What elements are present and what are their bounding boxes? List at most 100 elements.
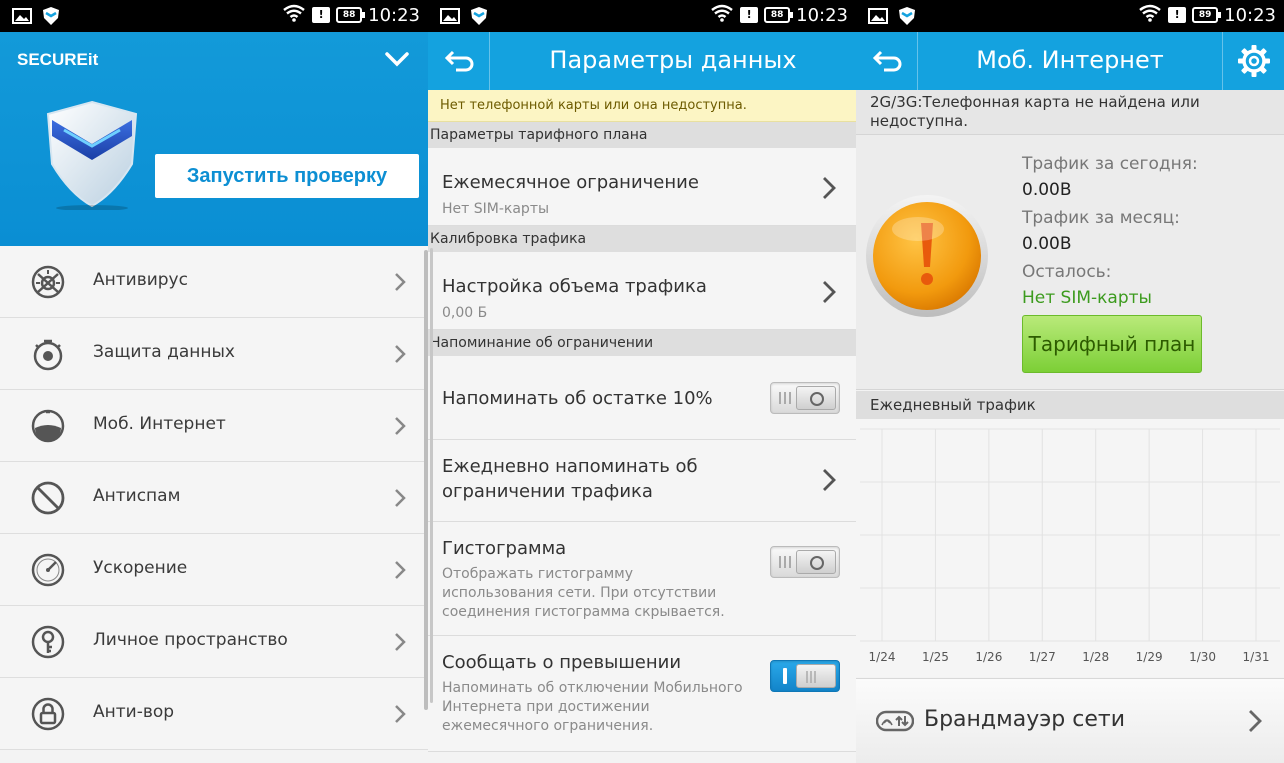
daily-remind-row[interactable]: Ежедневно напоминать об ограничении траф… [428, 440, 856, 522]
remind-10-title: Напоминать об остатке 10% [442, 388, 713, 409]
shield-logo-icon [44, 98, 140, 214]
action-bar: Моб. Интернет [856, 32, 1284, 90]
gallery-icon [440, 8, 460, 28]
toggle-grip [789, 556, 791, 568]
note-line1: 2G/3G:Телефонная карта не найдена или [870, 93, 1200, 111]
no-sim-icon: ! [740, 7, 759, 23]
month-traffic-label: Трафик за месяц: [1022, 208, 1180, 228]
section-header-plan: Параметры тарифного плана [428, 122, 856, 148]
remaining-label: Осталось: [1022, 262, 1112, 282]
chevron-right-icon [822, 280, 836, 308]
traffic-volume-sub: 0,00 Б [442, 305, 488, 321]
settings-button[interactable] [1222, 32, 1284, 90]
back-arrow-icon [444, 50, 473, 72]
menu-item-label: Моб. Интернет [93, 414, 226, 434]
menu-item-antispam[interactable]: Антиспам [0, 462, 428, 534]
menu-item-mobile-internet[interactable]: Моб. Интернет [0, 390, 428, 462]
menu-item-anti-theft[interactable]: Анти-вор [0, 678, 428, 750]
warning-orb-icon [864, 193, 990, 323]
menu-item-label: Антивирус [93, 270, 188, 290]
firewall-label: Брандмауэр сети [924, 707, 1126, 732]
month-traffic-value: 0.00B [1022, 234, 1072, 254]
remind-10-row: Напоминать об остатке 10% [428, 356, 856, 440]
toggle-knob [796, 550, 836, 574]
chart-x-tick-label: 1/28 [1082, 650, 1109, 664]
back-button[interactable] [856, 32, 918, 90]
back-button[interactable] [428, 32, 490, 90]
section-header-daily-traffic: Ежедневный трафик [856, 391, 1284, 419]
toggle-grip [779, 392, 781, 404]
note-line2: недоступна. [870, 112, 969, 130]
chevron-right-icon [394, 488, 406, 512]
mobile-internet-icon [30, 408, 66, 444]
daily-traffic-chart-svg: 1/24 1/25 1/26 1/27 1/28 1/29 1/30 1/31 [860, 428, 1280, 664]
shield-notification-icon [42, 6, 60, 30]
sim-not-found-note: 2G/3G:Телефонная карта не найдена или не… [856, 90, 1284, 134]
chevron-right-icon [394, 344, 406, 368]
menu-item-private-space[interactable]: Личное пространство [0, 606, 428, 678]
start-scan-button[interactable]: Запустить проверку [155, 154, 419, 198]
chevron-right-icon [394, 632, 406, 656]
chevron-down-icon[interactable] [384, 46, 410, 76]
status-bar: ! 88 10:23 [0, 0, 428, 32]
chevron-right-icon [394, 416, 406, 440]
toggle-knob [796, 386, 836, 410]
histogram-desc-line3: соединения гистограмма скрывается. [442, 604, 725, 620]
page-title: Моб. Интернет [976, 46, 1164, 74]
chart-x-tick-label: 1/29 [1136, 650, 1163, 664]
menu-item-label: Ускорение [93, 558, 188, 578]
menu-item-label: Личное пространство [93, 630, 288, 650]
exceed-desc-line1: Напоминать об отключении Мобильного [442, 680, 743, 696]
feature-list: Антивирус Защита данных Моб. Интернет Ан… [0, 246, 428, 750]
chart-x-tick-label: 1/25 [922, 650, 949, 664]
menu-item-label: Антиспам [93, 486, 181, 506]
shield-notification-icon [470, 6, 488, 30]
wifi-icon [710, 4, 734, 26]
exceed-title: Сообщать о превышении [442, 652, 682, 673]
remaining-value: Нет SIM-карты [1022, 288, 1152, 308]
app-brand: SECUREit [17, 50, 99, 69]
speedometer-icon [30, 552, 66, 588]
remind-10-toggle[interactable] [770, 382, 840, 414]
wifi-icon [282, 4, 306, 26]
action-bar: Параметры данных [428, 32, 856, 90]
gallery-icon [12, 8, 32, 28]
monthly-limit-row[interactable]: Ежемесячное ограничение Нет SIM-карты [428, 148, 856, 226]
histogram-title: Гистограмма [442, 538, 567, 559]
status-time: 10:23 [796, 4, 848, 26]
traffic-volume-row[interactable]: Настройка объема трафика 0,00 Б [428, 252, 856, 330]
traffic-summary: Трафик за сегодня: 0.00B Трафик за месяц… [856, 134, 1284, 390]
histogram-toggle[interactable] [770, 546, 840, 578]
battery-icon: 89 [1192, 7, 1222, 23]
screen-secureit-home: ! 88 10:23 SECUREit Запустить проверку А… [0, 0, 428, 763]
chevron-right-icon [822, 468, 836, 496]
daily-traffic-chart: 1/24 1/25 1/26 1/27 1/28 1/29 1/30 1/31 [856, 419, 1284, 677]
histogram-row: Гистограмма Отображать гистограмму испол… [428, 522, 856, 636]
chevron-right-icon [394, 272, 406, 296]
toggle-grip [789, 392, 791, 404]
exceed-desc-line2: Интернета при достижении [442, 699, 650, 715]
chart-x-tick-label: 1/24 [869, 650, 896, 664]
firewall-row[interactable]: Брандмауэр сети [856, 678, 1284, 763]
menu-item-antivirus[interactable]: Антивирус [0, 246, 428, 318]
firewall-icon [875, 709, 915, 737]
menu-item-speedup[interactable]: Ускорение [0, 534, 428, 606]
scrollbar[interactable] [430, 248, 433, 703]
exceed-toggle[interactable] [770, 660, 840, 692]
no-sim-icon: ! [1168, 7, 1187, 23]
daily-remind-title-line1: Ежедневно напоминать об [442, 456, 698, 477]
menu-item-data-protection[interactable]: Защита данных [0, 318, 428, 390]
exceed-row: Сообщать о превышении Напоминать об откл… [428, 636, 856, 752]
gallery-icon [868, 8, 888, 28]
shield-notification-icon [898, 6, 916, 30]
chevron-right-icon [822, 176, 836, 204]
monthly-limit-sub: Нет SIM-карты [442, 201, 550, 217]
antivirus-icon [30, 264, 66, 300]
status-time: 10:23 [1224, 4, 1276, 26]
status-bar: ! 88 10:23 [428, 0, 856, 32]
tariff-plan-button[interactable]: Тарифный план [1022, 315, 1202, 373]
daily-remind-title-line2: ограничении трафика [442, 481, 653, 502]
no-sim-icon: ! [312, 7, 331, 23]
page-title: Параметры данных [549, 46, 797, 74]
battery-icon: 88 [764, 7, 794, 23]
